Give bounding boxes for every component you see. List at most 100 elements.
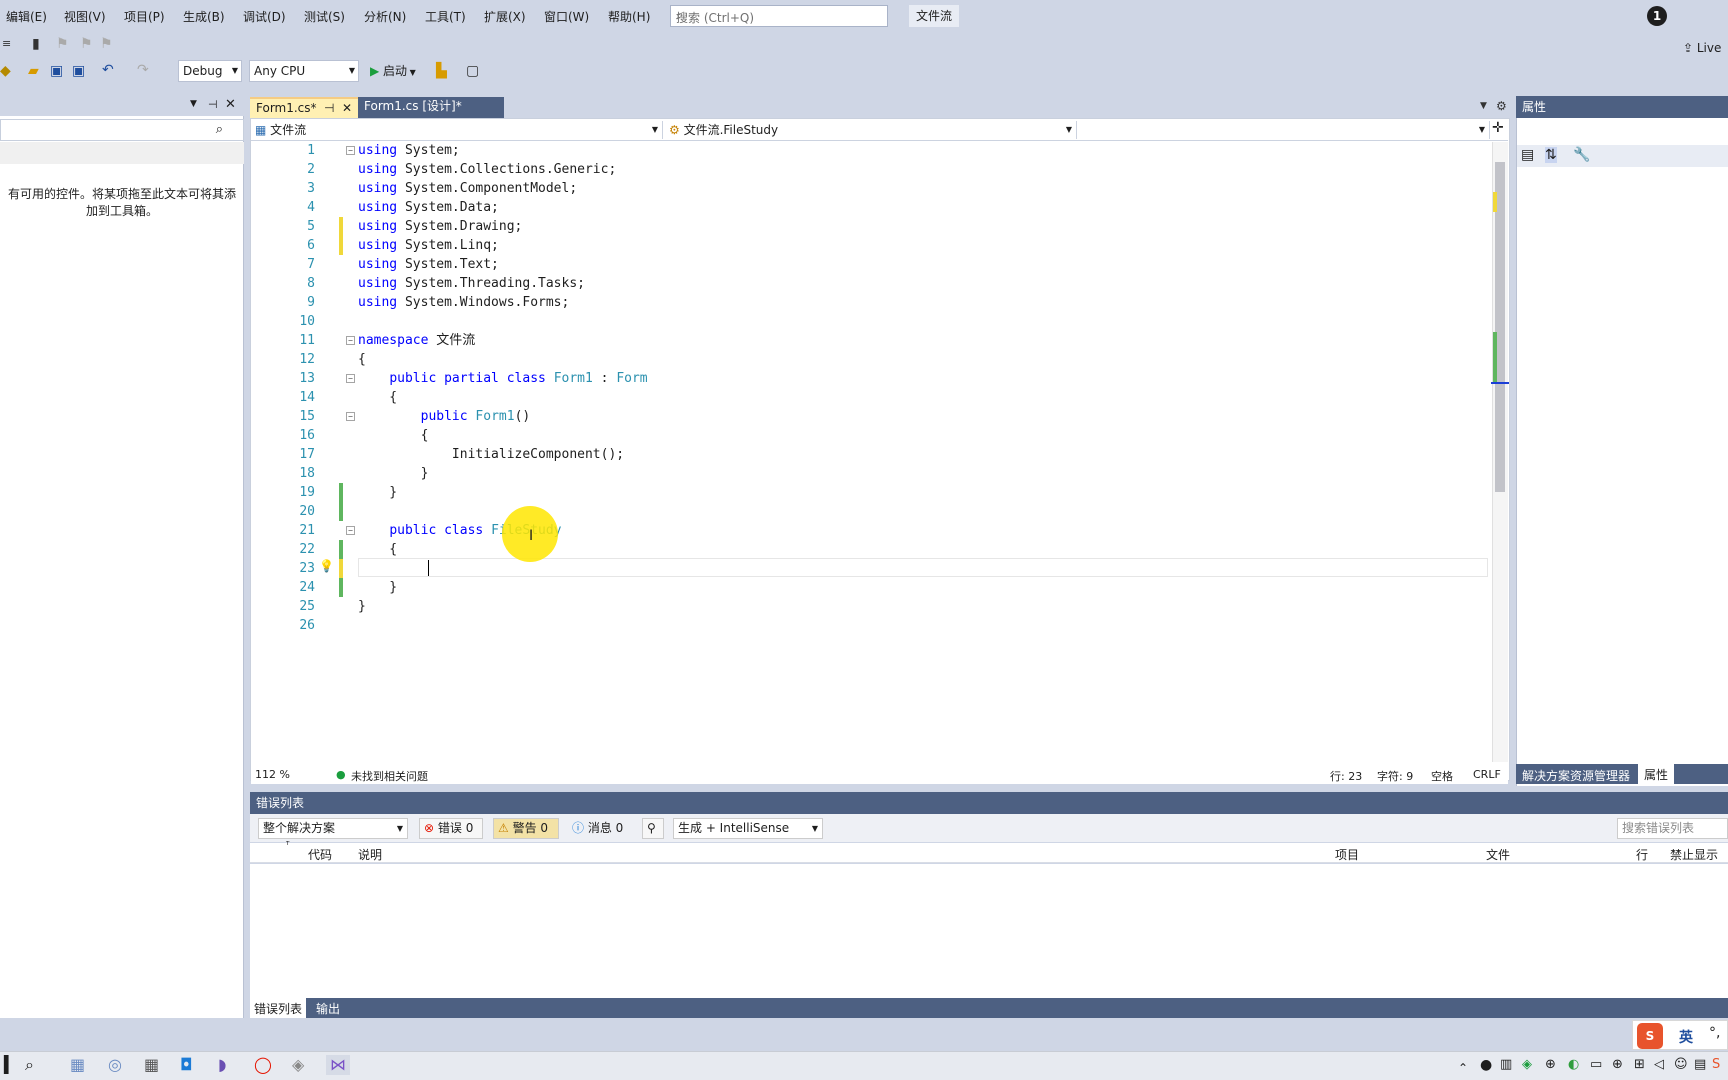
close-icon[interactable]: ✕ <box>342 99 352 118</box>
zoom-level[interactable]: 112 % <box>255 768 290 781</box>
volume-icon[interactable]: ◁ <box>1654 1055 1664 1075</box>
categorized-icon[interactable]: ▤ <box>1521 147 1534 163</box>
network-icon[interactable]: ⊕ <box>1612 1055 1623 1075</box>
notification-badge[interactable]: 1 <box>1647 6 1667 26</box>
tab-properties[interactable]: 属性 <box>1638 764 1675 785</box>
column-project[interactable]: 项目 <box>1335 846 1359 863</box>
collapse-icon[interactable]: − <box>346 374 355 383</box>
tab-form1-cs[interactable]: Form1.cs* ⊣ ✕ <box>250 97 358 118</box>
tray-icon[interactable]: ⊞ <box>1634 1055 1645 1075</box>
bookmark-next-icon[interactable]: ⚑ <box>80 37 93 51</box>
column-file[interactable]: 文件 <box>1486 846 1510 863</box>
collapse-icon[interactable]: − <box>346 526 355 535</box>
issues-status[interactable]: 未找到相关问题 <box>351 768 428 784</box>
taskbar-app-icon[interactable]: ▍ <box>4 1055 16 1075</box>
taskbar-app-icon[interactable]: ◈ <box>292 1055 304 1075</box>
tray-icon[interactable]: ▥ <box>1500 1055 1512 1075</box>
line-ending[interactable]: CRLF <box>1473 768 1501 781</box>
undo-icon[interactable]: ↶ <box>102 63 114 77</box>
warnings-filter-button[interactable]: ⚠ 警告 0 <box>493 818 559 839</box>
taskbar-app-icon[interactable]: ◘ <box>180 1055 193 1075</box>
new-item-icon[interactable]: ◆ <box>0 64 11 78</box>
whitespace-mode[interactable]: 空格 <box>1431 768 1453 784</box>
tray-icon[interactable]: ◐ <box>1568 1055 1579 1075</box>
column-line[interactable]: 行 <box>1636 846 1648 863</box>
menu-edit[interactable]: 编辑(E) <box>6 8 47 25</box>
save-icon[interactable]: ▣ <box>50 64 63 78</box>
project-dropdown[interactable]: ▦ 文件流 ▼ <box>251 121 663 139</box>
tab-output[interactable]: 输出 <box>316 1000 340 1017</box>
gear-icon[interactable]: ⚙ <box>1496 99 1507 113</box>
taskbar-app-icon[interactable]: ◎ <box>108 1055 122 1075</box>
tray-icon[interactable]: ▤ <box>1694 1055 1706 1075</box>
sogou-tray-icon[interactable]: S <box>1712 1055 1720 1075</box>
sort-alpha-icon[interactable]: ⇅ <box>1545 147 1557 163</box>
menu-project[interactable]: 项目(P) <box>124 8 165 25</box>
calculator-icon[interactable]: ▦ <box>144 1055 159 1075</box>
menu-build[interactable]: 生成(B) <box>183 8 225 25</box>
live-share-button[interactable]: ⇪ Live <box>1683 41 1721 55</box>
open-file-icon[interactable]: ▰ <box>28 64 39 78</box>
lightbulb-icon[interactable]: 💡 <box>319 559 334 573</box>
close-icon[interactable]: ✕ <box>225 97 236 112</box>
class-dropdown[interactable]: ⚙ 文件流.FileStudy ▼ <box>665 121 1077 139</box>
taskbar-app-icon[interactable]: ▦ <box>70 1055 85 1075</box>
dropdown-icon[interactable]: ▼ <box>190 99 197 109</box>
collapse-icon[interactable]: − <box>346 146 355 155</box>
tab-error-list[interactable]: 错误列表 <box>250 998 307 1019</box>
tab-solution-explorer[interactable]: 解决方案资源管理器 <box>1522 767 1630 784</box>
taskbar-app-icon[interactable]: ◗ <box>218 1055 226 1075</box>
menu-test[interactable]: 测试(S) <box>304 8 345 25</box>
tab-overflow-icon[interactable]: ▼ <box>1480 101 1487 111</box>
toolbox-search-input[interactable]: ⌕ <box>0 119 244 141</box>
bookmark-prev-icon[interactable]: ⚑ <box>56 37 69 51</box>
search-icon[interactable]: ⌕ <box>25 1055 34 1075</box>
microphone-icon[interactable]: ● <box>1480 1055 1492 1075</box>
shield-icon[interactable]: ◈ <box>1522 1055 1532 1075</box>
tray-overflow-icon[interactable]: ⌃ <box>1458 1058 1468 1078</box>
member-dropdown[interactable]: ▼ <box>1079 121 1490 139</box>
redo-icon[interactable]: ↷ <box>137 63 149 77</box>
scope-select[interactable]: 整个解决方案 ▼ <box>258 818 408 839</box>
bookmark-clear-icon[interactable]: ⚑ <box>100 37 113 51</box>
errors-filter-button[interactable]: ⊗ 错误 0 <box>419 818 483 839</box>
vertical-scrollbar[interactable] <box>1491 142 1509 762</box>
collapse-icon[interactable]: − <box>346 336 355 345</box>
config-select[interactable]: Debug ▼ <box>178 60 242 82</box>
split-icon[interactable]: ✛ <box>1492 120 1504 136</box>
code-area[interactable]: 1 using System; 2 using System.Collectio… <box>251 141 1491 761</box>
tray-icon[interactable]: ☺ <box>1674 1055 1688 1075</box>
menu-extensions[interactable]: 扩展(X) <box>484 8 526 25</box>
search-input[interactable]: 搜索 (Ctrl+Q) ⌕ <box>670 5 888 27</box>
bookmark-icon[interactable]: ▮ <box>32 37 40 51</box>
error-search-input[interactable]: 搜索错误列表 <box>1617 818 1728 839</box>
code-line: using System.Drawing; <box>358 219 523 234</box>
screenshot-icon[interactable]: ▢ <box>466 64 479 78</box>
filter-icon[interactable]: ⚲ <box>642 818 664 839</box>
wrench-icon[interactable]: 🔧 <box>1573 147 1590 163</box>
indent-icon[interactable]: ≡ <box>2 38 11 49</box>
menu-view[interactable]: 视图(V) <box>64 8 106 25</box>
menu-help[interactable]: 帮助(H) <box>608 8 650 25</box>
menu-tools[interactable]: 工具(T) <box>425 8 466 25</box>
menu-debug[interactable]: 调试(D) <box>243 8 286 25</box>
pin-icon[interactable]: ⊣ <box>208 98 218 111</box>
find-in-files-icon[interactable]: ▙ <box>436 64 447 78</box>
column-description[interactable]: 说明 <box>358 846 382 863</box>
pin-icon[interactable]: ⊣ <box>324 99 334 118</box>
opera-icon[interactable]: ◯ <box>254 1055 272 1075</box>
ime-toolbar[interactable]: S 英 °, <box>1632 1020 1728 1050</box>
save-all-icon[interactable]: ▣ <box>72 64 85 78</box>
start-button[interactable]: ▶ 启动 ▼ <box>370 61 416 81</box>
collapse-icon[interactable]: − <box>346 412 355 421</box>
messages-filter-button[interactable]: ⓘ 消息 0 <box>567 818 633 839</box>
tray-icon[interactable]: ▭ <box>1590 1055 1602 1075</box>
visual-studio-icon[interactable]: ⋈ <box>326 1055 350 1075</box>
column-code[interactable]: 代码 <box>308 846 332 863</box>
menu-analyze[interactable]: 分析(N) <box>364 8 406 25</box>
build-filter-select[interactable]: 生成 + IntelliSense ▼ <box>673 818 823 839</box>
platform-select[interactable]: Any CPU ▼ <box>249 60 359 82</box>
tray-icon[interactable]: ⊕ <box>1545 1055 1556 1075</box>
menu-window[interactable]: 窗口(W) <box>544 8 589 25</box>
tab-form1-design[interactable]: Form1.cs [设计]* <box>358 97 504 118</box>
